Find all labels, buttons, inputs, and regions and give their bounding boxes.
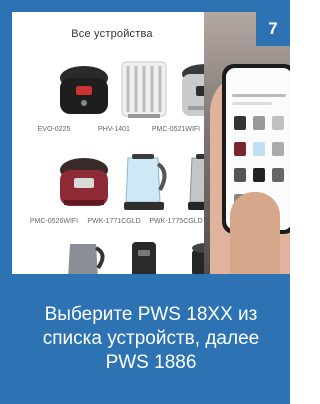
catalog-title: Все устройства <box>71 28 153 40</box>
screen-device-thumb <box>253 142 265 156</box>
device-catalog: Все устройства EVO-0225 PHV-1401 PMC-052… <box>12 12 230 274</box>
multicooker-red-icon <box>60 158 108 206</box>
heater-icon <box>121 61 167 118</box>
device-label: PWK-1775CGLD <box>149 218 203 225</box>
screen-device-thumb <box>234 168 246 182</box>
screen-line <box>232 94 286 97</box>
phone-photo <box>204 12 290 274</box>
screen-device-thumb <box>272 142 284 156</box>
screen-device-thumb <box>272 116 284 130</box>
step-card: Все устройства EVO-0225 PHV-1401 PMC-052… <box>0 0 290 404</box>
instruction-text: Выберите PWS 18XX из списка устройств, д… <box>42 304 260 373</box>
screen-device-thumb <box>234 116 246 130</box>
device-label: PMC-0526WIFI <box>29 218 79 225</box>
step-number-badge: 7 <box>256 12 290 46</box>
screen-device-thumb <box>272 168 284 182</box>
screen-device-thumb <box>234 142 246 156</box>
humidifier-icon <box>132 242 156 274</box>
screenshot-photo: Все устройства EVO-0225 PHV-1401 PMC-052… <box>12 12 290 274</box>
kettle-dark-icon <box>68 244 105 274</box>
instruction-panel: Выберите PWS 18XX из списка устройств, д… <box>12 274 290 404</box>
finger-image <box>230 192 280 274</box>
screen-device-thumb <box>253 168 265 182</box>
device-label: PMC-0521WIFI <box>151 126 201 133</box>
screen-line <box>232 102 272 105</box>
screen-device-thumb <box>253 116 265 130</box>
device-label: PHV-1401 <box>98 126 130 133</box>
device-label: EVO-0225 <box>37 126 71 133</box>
device-label: PWK-1771CGLD <box>87 218 141 225</box>
multicooker-black-icon <box>60 66 108 114</box>
kettle-glass-icon <box>124 154 167 210</box>
